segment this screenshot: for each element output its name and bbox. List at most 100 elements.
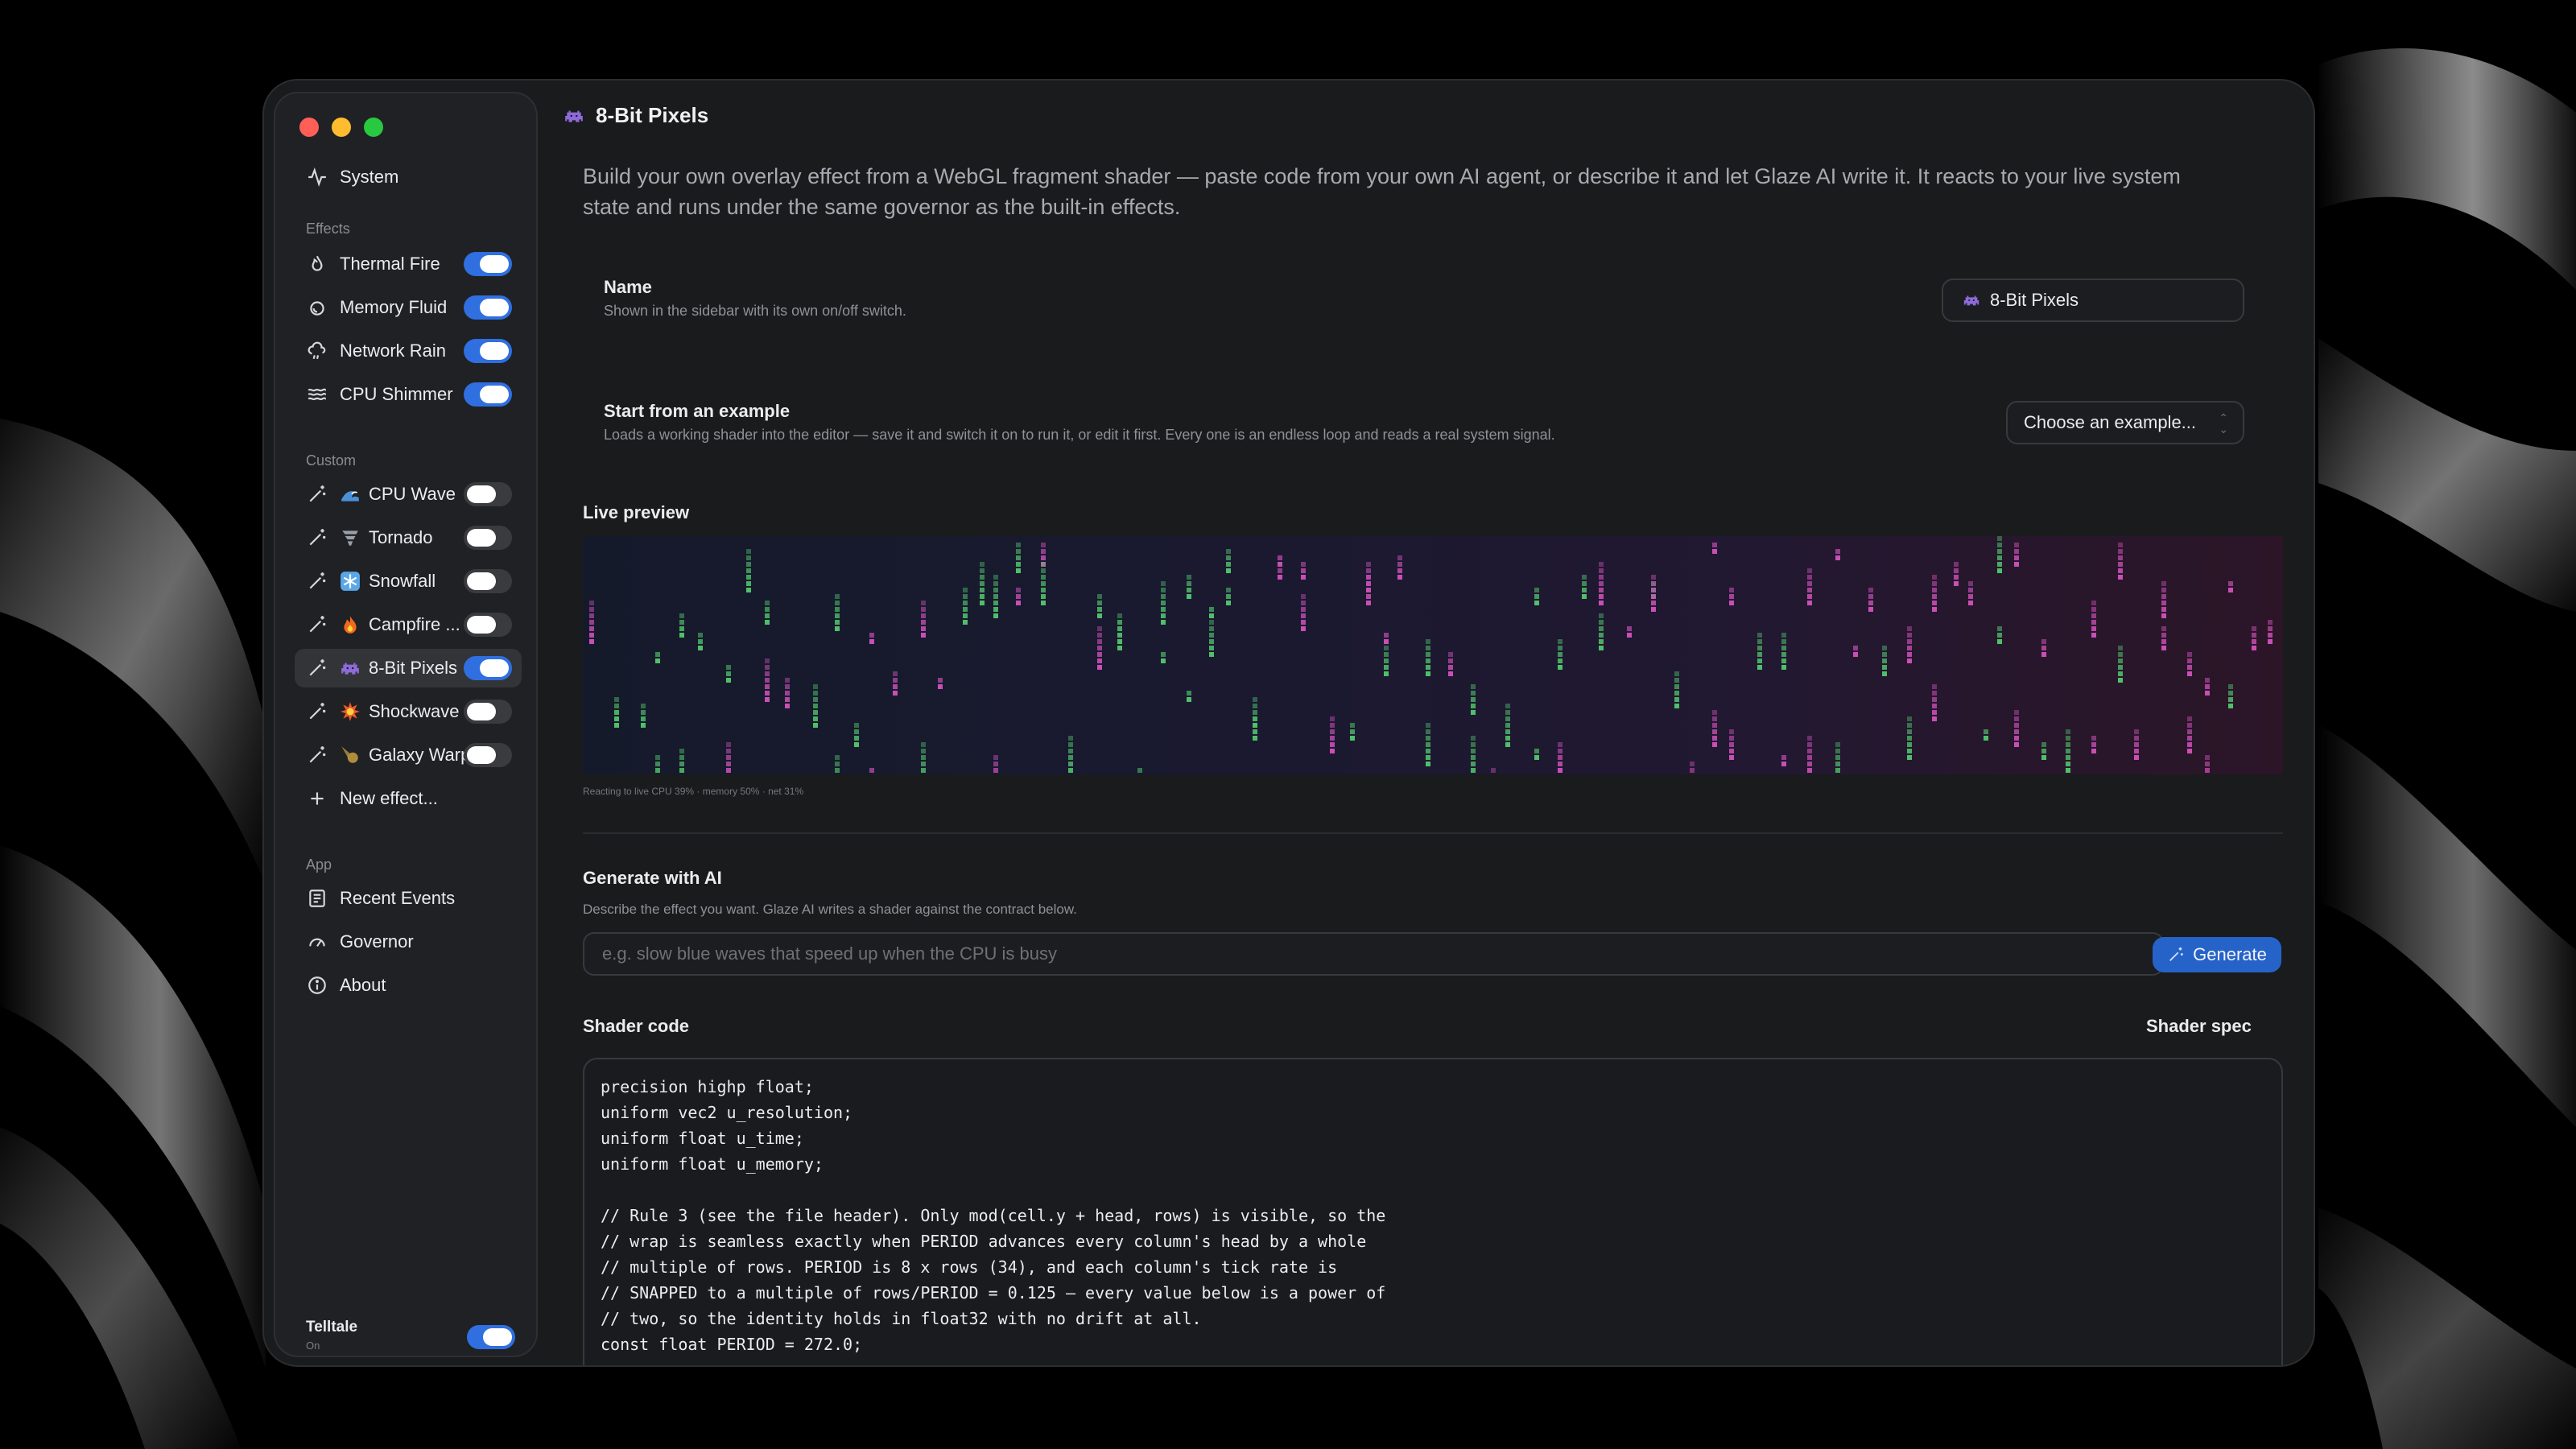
preview-pixel	[1301, 620, 1306, 625]
alien-monster-icon	[565, 110, 583, 122]
preview-pixel	[1097, 665, 1102, 670]
preview-pixel	[1807, 601, 1812, 605]
preview-pixel	[679, 768, 684, 773]
preview-pixel	[1366, 575, 1371, 580]
preview-pixel	[1505, 710, 1510, 715]
preview-pixel	[785, 691, 790, 696]
sidebar-item-snowfall[interactable]: Snowfall	[295, 562, 522, 601]
sidebar-item-system[interactable]: System	[295, 158, 522, 196]
campfire-toggle[interactable]	[464, 613, 512, 637]
preview-pixel	[1907, 716, 1912, 721]
preview-pixel	[2205, 762, 2210, 766]
preview-pixel	[589, 601, 594, 605]
sidebar-item-governor[interactable]: Governor	[295, 923, 522, 961]
preview-pixel	[1471, 684, 1476, 689]
preview-pixel	[921, 749, 926, 753]
preview-pixel	[963, 620, 968, 625]
thermal-fire-toggle[interactable]	[464, 252, 512, 276]
preview-pixel	[1534, 588, 1539, 592]
preview-pixel	[1041, 549, 1046, 554]
preview-pixel	[1253, 723, 1257, 728]
sidebar-item-cpu-shimmer[interactable]: CPU Shimmer	[295, 375, 522, 414]
preview-pixel	[1366, 562, 1371, 567]
preview-pixel	[2161, 588, 2166, 592]
preview-pixel	[1651, 607, 1656, 612]
preview-pixel	[1807, 755, 1812, 760]
preview-pixel	[993, 762, 998, 766]
preview-pixel	[1558, 652, 1563, 657]
sidebar-item-thermal-fire[interactable]: Thermal Fire	[295, 245, 522, 283]
preview-pixel	[589, 639, 594, 644]
generate-button[interactable]: Generate	[2153, 937, 2281, 972]
preview-pixel	[1301, 613, 1306, 618]
sidebar-item-galaxy-warp[interactable]: Galaxy Warp	[295, 736, 522, 774]
preview-pixel	[1117, 633, 1122, 638]
snowfall-toggle[interactable]	[464, 569, 512, 593]
preview-pixel	[1301, 568, 1306, 573]
sidebar-item-memory-fluid[interactable]: Memory Fluid	[295, 288, 522, 327]
effect-name-field[interactable]: 8-Bit Pixels	[1942, 279, 2244, 322]
preview-pixel	[679, 613, 684, 618]
preview-pixel	[813, 716, 818, 721]
preview-pixel	[2187, 736, 2192, 741]
preview-pixel	[2091, 749, 2096, 753]
preview-pixel	[1882, 658, 1887, 663]
preview-pixel	[1161, 594, 1166, 599]
preview-pixel	[1330, 749, 1335, 753]
shader-code-editor[interactable]: precision highp float; uniform vec2 u_re…	[583, 1058, 2283, 1365]
preview-pixel	[1907, 736, 1912, 741]
name-field-description: Shown in the sidebar with its own on/off…	[604, 303, 906, 319]
new-effect-button[interactable]: New effect...	[295, 779, 522, 818]
preview-pixel	[2268, 626, 2273, 631]
magic-wand-icon	[306, 613, 328, 636]
preview-pixel	[1599, 568, 1604, 573]
shader-spec-link[interactable]: Shader spec	[2146, 1016, 2252, 1037]
preview-pixel	[1226, 555, 1231, 560]
preview-pixel	[813, 723, 818, 728]
shockwave-toggle[interactable]	[464, 700, 512, 724]
preview-pixel	[1161, 601, 1166, 605]
preview-pixel	[2041, 749, 2046, 753]
preview-pixel	[1997, 626, 2002, 631]
tornado-toggle[interactable]	[464, 526, 512, 550]
preview-pixel	[1907, 729, 1912, 734]
preview-pixel	[1226, 601, 1231, 605]
ai-prompt-input[interactable]	[602, 943, 2162, 964]
preview-pixel	[1599, 562, 1604, 567]
galaxy-warp-toggle[interactable]	[464, 743, 512, 767]
sidebar-item-recent-events[interactable]: Recent Events	[295, 879, 522, 918]
example-select[interactable]: Choose an example... ⌃ ⌄	[2006, 401, 2244, 444]
sidebar-item-shockwave[interactable]: Shockwave	[295, 692, 522, 731]
sidebar-item-campfire[interactable]: Campfire ...	[295, 605, 522, 644]
telltale-toggle[interactable]	[467, 1325, 515, 1349]
preview-pixel	[835, 755, 840, 760]
zoom-window-button[interactable]	[364, 118, 383, 137]
minimize-window-button[interactable]	[332, 118, 351, 137]
example-field-description: Loads a working shader into the editor —…	[604, 427, 1555, 443]
preview-pixel	[963, 601, 968, 605]
network-rain-toggle[interactable]	[464, 339, 512, 363]
preview-pixel	[1853, 646, 1858, 650]
sidebar-item-cpu-wave[interactable]: CPU Wave	[295, 475, 522, 514]
preview-pixel	[1068, 742, 1073, 747]
memory-fluid-toggle[interactable]	[464, 295, 512, 320]
sidebar-item-about[interactable]: About	[295, 966, 522, 1005]
preview-pixel	[1674, 684, 1679, 689]
sidebar-item-network-rain[interactable]: Network Rain	[295, 332, 522, 370]
preview-pixel	[1253, 716, 1257, 721]
sidebar-item-tornado[interactable]: Tornado	[295, 518, 522, 557]
preview-pixel	[1599, 626, 1604, 631]
preview-pixel	[1932, 697, 1937, 702]
preview-pixel	[1097, 633, 1102, 638]
close-window-button[interactable]	[299, 118, 319, 137]
cpu-wave-toggle[interactable]	[464, 482, 512, 506]
preview-pixel	[1426, 755, 1430, 760]
preview-pixel	[1835, 762, 1840, 766]
preview-pixel	[1161, 613, 1166, 618]
cpu-shimmer-toggle[interactable]	[464, 382, 512, 407]
8-bit-pixels-toggle[interactable]	[464, 656, 512, 680]
sidebar-item-8-bit-pixels[interactable]: 8-Bit Pixels	[295, 649, 522, 687]
preview-pixel	[1253, 729, 1257, 734]
flame-icon	[306, 253, 328, 275]
preview-pixel	[679, 626, 684, 631]
